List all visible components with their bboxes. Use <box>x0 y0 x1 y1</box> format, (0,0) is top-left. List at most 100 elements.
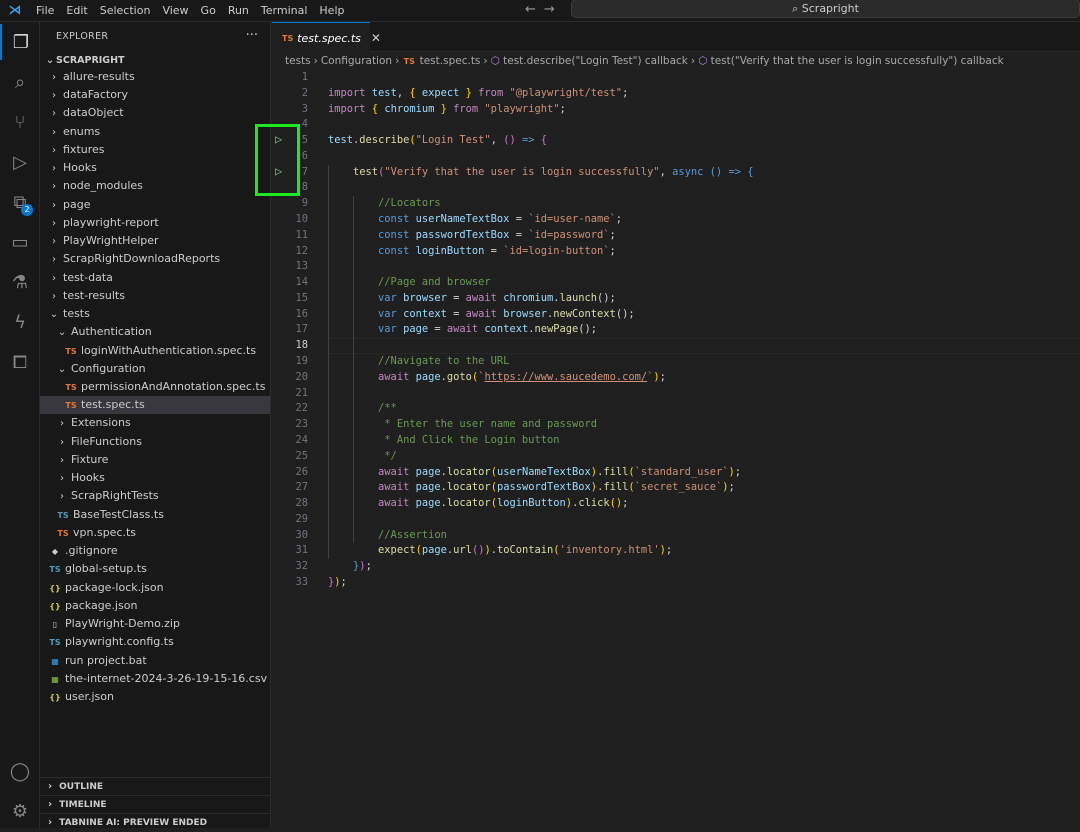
timeline-panel[interactable]: › TIMELINE <box>40 795 271 813</box>
breadcrumb-tests[interactable]: tests <box>285 55 311 67</box>
tree-item[interactable]: › fixtures <box>40 141 270 159</box>
breadcrumb-test[interactable]: test("Verify that the user is login succ… <box>711 55 1004 67</box>
tree-item[interactable]: TS permissionAndAnnotation.spec.ts <box>40 378 270 396</box>
tree-item[interactable]: › test-results <box>40 287 270 305</box>
tree-item[interactable]: {} package.json <box>40 597 270 615</box>
tree-item[interactable]: › page <box>40 196 270 214</box>
code-editor[interactable]: 1 2 import test, { expect } from "@playwri… <box>272 70 1080 828</box>
tree-item[interactable]: ⌄ Authentication <box>40 323 270 341</box>
tree-item[interactable]: › test-data <box>40 269 270 287</box>
more-actions-icon[interactable]: ··· <box>246 22 258 50</box>
line-number: 20 <box>295 370 308 383</box>
code-token: page <box>415 481 441 494</box>
menu-selection[interactable]: Selection <box>94 4 157 17</box>
tree-item[interactable]: › Hooks <box>40 159 270 177</box>
tree-item[interactable]: ▯ PlayWright-Demo.zip <box>40 615 270 633</box>
json-file-icon: {} <box>49 601 61 611</box>
tree-item[interactable]: TS playwright.config.ts <box>40 633 270 651</box>
tree-item[interactable]: ▦ the-internet-2024-3-26-19-15-16.csv <box>40 670 270 688</box>
menu-help[interactable]: Help <box>313 4 350 17</box>
tree-item[interactable]: TS global-setup.ts <box>40 560 270 578</box>
tree-item[interactable]: › FileFunctions <box>40 433 270 451</box>
chevron-right-icon: › <box>52 144 56 156</box>
explorer-icon[interactable]: ❐ <box>0 24 40 60</box>
line-number: 1 <box>301 71 308 83</box>
tree-item[interactable]: › PlayWrightHelper <box>40 232 270 250</box>
tree-item[interactable]: › Fixture <box>40 451 270 469</box>
code-line: */ <box>328 449 397 465</box>
line-number: 21 <box>295 386 308 399</box>
tree-item[interactable]: › node_modules <box>40 177 270 195</box>
code-token: browser <box>503 307 547 320</box>
tree-item-label: Configuration <box>71 361 146 375</box>
tree-item[interactable]: ⌄ Configuration <box>40 360 270 378</box>
tree-item-label: ScrapRightDownloadReports <box>63 252 221 266</box>
code-token: context <box>484 323 529 336</box>
timeline-label: TIMELINE <box>59 800 107 810</box>
extensions-icon[interactable]: ⧉ 2 <box>0 184 40 220</box>
remote-explorer-icon[interactable]: ▭ <box>0 224 40 260</box>
close-icon[interactable]: ✕ <box>371 31 381 45</box>
tree-item[interactable]: › playwright-report <box>40 214 270 232</box>
code-token: await <box>378 481 416 494</box>
code-token: page <box>421 544 447 557</box>
menu-view[interactable]: View <box>156 4 194 17</box>
tree-item[interactable]: › Extensions <box>40 414 270 432</box>
command-center-search[interactable]: ⌕ Scrapright <box>571 0 1080 18</box>
tree-item[interactable]: › ScrapRightTests <box>40 487 270 505</box>
tab-test-spec[interactable]: TS test.spec.ts ✕ <box>272 22 381 53</box>
tree-item[interactable]: TS test.spec.ts <box>40 396 270 415</box>
menu-file[interactable]: File <box>30 4 60 17</box>
tree-item[interactable]: {} package-lock.json <box>40 579 270 597</box>
tree-item[interactable]: TS BaseTestClass.ts <box>40 506 270 524</box>
code-token: expect <box>421 86 466 99</box>
source-control-icon[interactable]: ⑂ <box>0 104 40 140</box>
code-token: chromium <box>503 291 554 304</box>
tree-item[interactable]: › allure-results <box>40 68 270 86</box>
chevron-down-icon: ⌄ <box>57 327 67 339</box>
outline-panel[interactable]: › OUTLINE <box>40 777 271 795</box>
menu-terminal[interactable]: Terminal <box>255 4 314 17</box>
search-icon[interactable]: ⌕ <box>0 64 40 100</box>
tree-item[interactable]: ⌄ tests <box>40 305 270 323</box>
chevron-down-icon: ⌄ <box>49 309 59 321</box>
code-token: = <box>515 213 529 226</box>
account-icon[interactable]: ◯ <box>0 753 40 789</box>
line-number: 30 <box>295 528 308 541</box>
thunder-client-icon[interactable]: ϟ <box>0 304 40 340</box>
ts-file-icon: TS <box>65 382 77 392</box>
code-line: import test, { expect } from "@playwrigh… <box>328 86 628 102</box>
breadcrumb-configuration[interactable]: Configuration <box>321 55 392 67</box>
breadcrumb-file[interactable]: test.spec.ts <box>420 55 481 67</box>
tree-item[interactable]: › dataFactory <box>40 86 270 104</box>
code-token: (); <box>578 323 598 336</box>
tree-item[interactable]: › Hooks <box>40 469 270 487</box>
menu-edit[interactable]: Edit <box>60 4 93 17</box>
code-token: //Page and browser <box>328 276 491 289</box>
tree-item[interactable]: › dataObject <box>40 104 270 122</box>
nav-arrows[interactable]: ←→ <box>525 2 563 17</box>
code-token: url <box>453 544 472 557</box>
workspace-root-label: SCRAPRIGHT <box>56 55 125 66</box>
testing-icon[interactable]: ⚗ <box>0 264 40 300</box>
code-line: expect(page.url()).toContain('inventory.… <box>328 543 672 559</box>
menu-run[interactable]: Run <box>222 4 255 17</box>
code-token: const <box>378 228 416 241</box>
tree-item[interactable]: TS loginWithAuthentication.spec.ts <box>40 342 270 360</box>
settings-gear-icon[interactable]: ⚙ <box>0 793 40 829</box>
breadcrumb-describe[interactable]: test.describe("Login Test") callback <box>503 55 688 67</box>
tree-item-label: .gitignore <box>65 544 118 558</box>
run-debug-icon[interactable]: ▷ <box>0 144 40 180</box>
code-token: var <box>378 291 404 304</box>
tree-item[interactable]: TS vpn.spec.ts <box>40 524 270 542</box>
tree-item[interactable]: {} user.json <box>40 688 270 706</box>
tree-item[interactable]: ◆ .gitignore <box>40 542 270 560</box>
project-manager-icon[interactable]: ⧠ <box>0 344 40 380</box>
tree-item[interactable]: › ScrapRightDownloadReports <box>40 250 270 268</box>
menu-go[interactable]: Go <box>195 4 222 17</box>
tabnine-panel[interactable]: › TABNINE AI: PREVIEW ENDED <box>40 813 271 831</box>
code-token: { <box>409 86 422 99</box>
tree-item[interactable]: › enums <box>40 123 270 141</box>
tree-item[interactable]: ▦ run project.bat <box>40 652 270 670</box>
